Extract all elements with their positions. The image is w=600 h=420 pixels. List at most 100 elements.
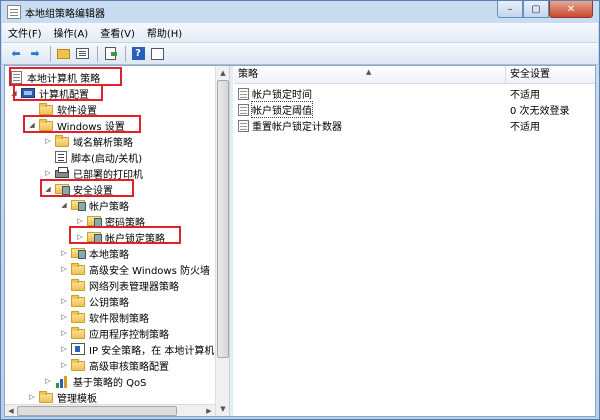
policy-icon xyxy=(11,70,22,84)
printer-icon xyxy=(55,167,69,178)
close-button[interactable]: ✕ xyxy=(549,1,593,18)
policy-item-icon xyxy=(238,87,249,100)
tree-item-label: IP 安全策略，在 本地计算机 xyxy=(89,345,215,357)
tree-item-app-control[interactable]: ▷ 应用程序控制策略 xyxy=(59,325,169,341)
tree-item-label: 软件限制策略 xyxy=(89,313,149,325)
tree-item-label: 基于策略的 QoS xyxy=(73,377,147,389)
back-icon[interactable]: ⬅ xyxy=(8,46,24,62)
folder-icon xyxy=(39,390,53,403)
expand-arrow-icon[interactable]: ▷ xyxy=(59,313,69,321)
policy-row[interactable]: 帐户锁定时间 不适用 xyxy=(234,86,595,101)
menu-view[interactable]: 查看(V) xyxy=(94,25,141,40)
expand-arrow-icon[interactable]: ▷ xyxy=(59,345,69,353)
minimize-button[interactable]: – xyxy=(497,1,523,18)
folder-icon xyxy=(71,294,85,307)
policy-row[interactable]: 重置帐户锁定计数器 不适用 xyxy=(234,118,595,133)
toolbar-separator xyxy=(50,45,51,62)
tree-item-local-policy[interactable]: 本地计算机 策略 xyxy=(9,69,100,85)
tree-item-account-lockout-policy[interactable]: ▷ 帐户锁定策略 xyxy=(75,229,165,245)
collapse-arrow-icon[interactable]: ◢ xyxy=(27,121,37,129)
policy-value: 不适用 xyxy=(510,90,540,101)
tree-item-computer-config[interactable]: ◢ 计算机配置 xyxy=(9,85,89,101)
tree-item-windows-settings[interactable]: ◢ Windows 设置 xyxy=(27,117,125,133)
tree-item-public-key-policies[interactable]: ▷ 公钥策略 xyxy=(59,293,129,309)
tree-item-software-restriction[interactable]: ▷ 软件限制策略 xyxy=(59,309,149,325)
scrollbar-thumb[interactable] xyxy=(217,80,229,358)
policy-name: 帐户锁定阈值 xyxy=(251,101,313,118)
vertical-scrollbar[interactable]: ▲ ▼ xyxy=(215,66,229,416)
policy-value: 不适用 xyxy=(510,122,540,133)
column-header-security-setting[interactable]: 安全设置 xyxy=(506,66,595,84)
expand-arrow-icon[interactable]: ▷ xyxy=(43,377,53,385)
expand-arrow-icon[interactable]: ▷ xyxy=(43,169,53,177)
tree-item-label: 高级审核策略配置 xyxy=(89,361,169,373)
horizontal-scrollbar[interactable]: ◀ ▶ xyxy=(5,404,215,416)
tree-item-admin-templates[interactable]: ▷ 管理模板 xyxy=(27,389,97,405)
maximize-button[interactable]: ▢ xyxy=(523,1,549,18)
scroll-left-icon[interactable]: ◀ xyxy=(5,405,17,416)
export-list-icon[interactable] xyxy=(102,46,118,62)
tree-item-name-resolution-policy[interactable]: ▷ 域名解析策略 xyxy=(43,133,133,149)
tree-item-software-settings[interactable]: 软件设置 xyxy=(27,101,97,117)
menu-help[interactable]: 帮助(H) xyxy=(141,25,188,40)
tree-item-label: 本地策略 xyxy=(89,249,129,261)
policy-value: 0 次无效登录 xyxy=(510,106,570,117)
scroll-up-icon[interactable]: ▲ xyxy=(217,67,229,79)
tree-item-local-policies[interactable]: ▷ 本地策略 xyxy=(59,245,129,261)
forward-icon[interactable]: ➡ xyxy=(27,46,43,62)
properties-icon[interactable] xyxy=(149,46,165,62)
expand-arrow-icon[interactable]: ▷ xyxy=(27,393,37,401)
title-bar[interactable]: 本地组策略编辑器 – ▢ ✕ xyxy=(1,1,599,23)
collapse-arrow-icon[interactable]: ◢ xyxy=(9,89,19,97)
policy-item-icon xyxy=(238,119,249,132)
scroll-down-icon[interactable]: ▼ xyxy=(217,403,229,415)
tree-item-security-settings[interactable]: ◢ 安全设置 xyxy=(43,181,113,197)
tree-item-scripts[interactable]: 脚本(启动/关机) xyxy=(43,149,142,165)
tree-item-password-policy[interactable]: ▷ 密码策略 xyxy=(75,213,145,229)
scroll-right-icon[interactable]: ▶ xyxy=(203,405,215,416)
menu-action[interactable]: 操作(A) xyxy=(48,25,95,40)
column-header-policy[interactable]: ▲ 策略 xyxy=(234,66,506,84)
policy-name: 帐户锁定时间 xyxy=(252,90,312,101)
show-hide-tree-icon[interactable] xyxy=(74,46,90,62)
tree-item-policy-based-qos[interactable]: ▷ 基于策略的 QoS xyxy=(43,373,147,389)
expand-arrow-icon[interactable]: ▷ xyxy=(59,297,69,305)
sort-up-icon: ▲ xyxy=(366,68,372,76)
tree-item-account-policies[interactable]: ◢ 帐户策略 xyxy=(59,197,129,213)
tree-item-label: 本地计算机 策略 xyxy=(27,73,101,85)
main-content: 本地计算机 策略 ◢ 计算机配置 软件设置 ◢ Windows 设置 ▷ 域名解… xyxy=(4,65,596,417)
tree-item-windows-firewall[interactable]: ▷ 高级安全 Windows 防火墙 xyxy=(59,261,210,277)
pane-splitter[interactable] xyxy=(229,66,233,416)
expand-arrow-icon[interactable]: ▷ xyxy=(59,361,69,369)
expand-arrow-icon[interactable]: ▷ xyxy=(43,137,53,145)
tree-item-network-list-manager[interactable]: 网络列表管理器策略 xyxy=(59,277,179,293)
expand-arrow-icon[interactable]: ▷ xyxy=(59,265,69,273)
help-icon[interactable]: ? xyxy=(130,46,146,62)
expand-arrow-icon[interactable]: ▷ xyxy=(59,329,69,337)
collapse-arrow-icon[interactable]: ◢ xyxy=(59,201,69,209)
security-folder-icon xyxy=(71,200,86,211)
tree-item-deployed-printers[interactable]: ▷ 已部署的打印机 xyxy=(43,165,143,181)
tree-item-label: 域名解析策略 xyxy=(73,137,133,149)
expand-arrow-icon[interactable]: ▷ xyxy=(75,233,85,241)
tree-item-label: Windows 设置 xyxy=(57,121,125,133)
collapse-arrow-icon[interactable]: ◢ xyxy=(43,185,53,193)
toolbar-separator xyxy=(125,45,126,62)
up-folder-icon[interactable] xyxy=(55,46,71,62)
script-icon xyxy=(55,151,67,163)
policy-name-cell: 帐户锁定时间 xyxy=(238,86,312,101)
scrollbar-thumb[interactable] xyxy=(17,406,177,416)
tree-item-label: 密码策略 xyxy=(105,217,145,229)
qos-chart-icon xyxy=(55,375,69,388)
expand-arrow-icon[interactable]: ▷ xyxy=(59,249,69,257)
app-icon xyxy=(7,5,21,19)
expand-arrow-icon[interactable]: ▷ xyxy=(75,217,85,225)
security-folder-icon xyxy=(87,216,102,227)
tree-item-advanced-audit[interactable]: ▷ 高级审核策略配置 xyxy=(59,357,169,373)
menu-file[interactable]: 文件(F) xyxy=(2,25,48,40)
folder-icon xyxy=(39,102,53,115)
policy-row[interactable]: 帐户锁定阈值 0 次无效登录 xyxy=(234,101,595,118)
tree-item-ip-security[interactable]: ▷ IP 安全策略，在 本地计算机 xyxy=(59,341,214,357)
tree-item-label: 帐户锁定策略 xyxy=(105,233,165,245)
tree-item-label: 软件设置 xyxy=(57,105,97,117)
